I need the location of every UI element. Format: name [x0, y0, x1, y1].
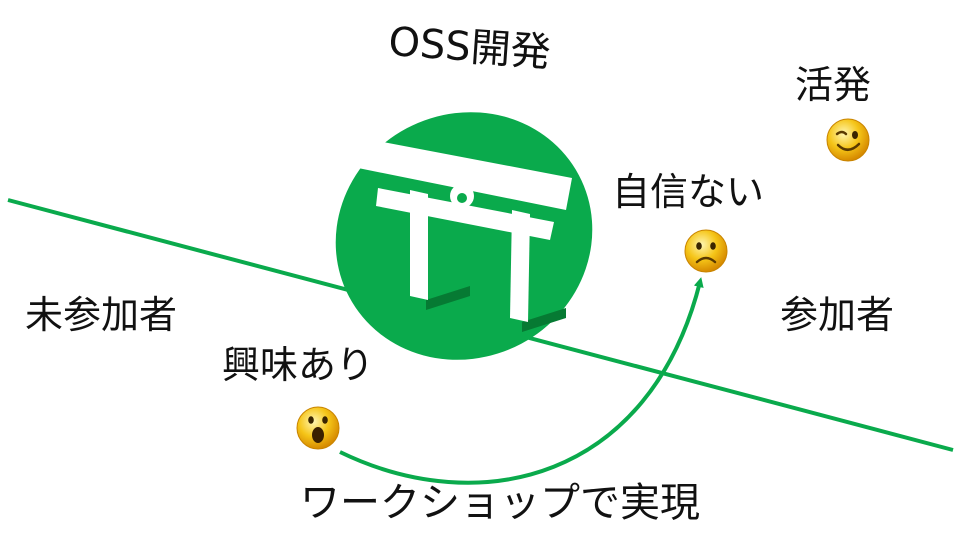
- non-participant-label: 未参加者: [25, 293, 178, 337]
- diagram-canvas: OSS開発 活発 自信ない 未参加者 参加者 興味あり ワークショップで実現: [0, 0, 969, 550]
- not-confident-label: 自信ない: [612, 170, 765, 214]
- workshop-label: ワークショップで実現: [300, 480, 700, 526]
- surprised-face-icon: [296, 406, 340, 450]
- oss-development-label: OSS開発: [387, 19, 553, 77]
- sad-face-icon: [684, 229, 728, 273]
- wink-face-icon: [826, 118, 870, 162]
- active-label: 活発: [795, 63, 872, 107]
- interested-label: 興味あり: [222, 343, 375, 387]
- participant-label: 参加者: [780, 293, 895, 337]
